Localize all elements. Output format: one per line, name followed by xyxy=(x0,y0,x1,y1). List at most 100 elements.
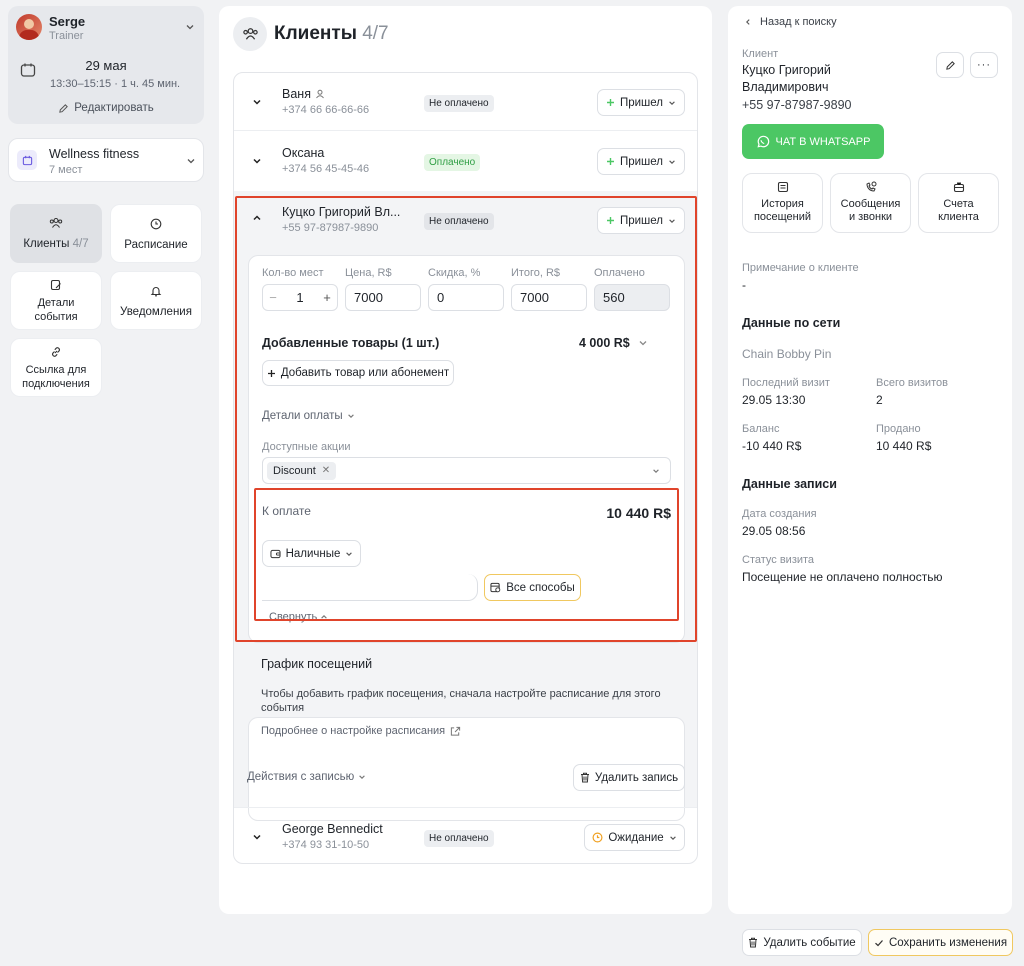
visit-status-value: Посещение не оплачено полностью xyxy=(742,570,943,584)
trainer-role: Trainer xyxy=(49,30,84,42)
total-visits-label: Всего визитов xyxy=(876,377,948,389)
plus-icon xyxy=(606,98,615,107)
briefcase-icon xyxy=(953,181,965,193)
status-badge: Оплачено xyxy=(424,154,481,171)
client-row[interactable]: Оксана +374 56 45-45-46 Оплачено Пришел xyxy=(234,132,697,190)
nav-tab-notifications[interactable]: Уведомления xyxy=(110,271,202,330)
delete-event-button[interactable]: Удалить событие xyxy=(742,929,862,956)
attendance-label: Ожидание xyxy=(608,831,664,844)
more-options-button[interactable]: ··· xyxy=(970,52,998,78)
edit-event-label: Редактировать xyxy=(74,102,154,114)
client-row[interactable]: Ваня +374 66 66-66-66 Не оплачено Пришел xyxy=(234,73,697,131)
nav-notifications-label: Уведомления xyxy=(120,306,192,318)
pencil-icon xyxy=(58,103,69,114)
trash-icon xyxy=(748,937,758,948)
users-icon xyxy=(233,17,267,51)
tile-visit-history-label: История посещений xyxy=(753,198,812,223)
delete-record-button[interactable]: Удалить запись xyxy=(573,764,685,791)
record-data-title: Данные записи xyxy=(742,477,837,491)
nav-tab-link[interactable]: Ссылка для подключения xyxy=(10,338,102,397)
event-date: 29 мая xyxy=(85,58,127,73)
user-icon xyxy=(315,89,325,99)
network-name: Chain Bobby Pin xyxy=(742,347,832,361)
venue-select[interactable]: Wellness fitness 7 мест xyxy=(8,138,204,182)
client-phone: +55 97-87987-9890 xyxy=(742,98,852,112)
venue-seats: 7 мест xyxy=(49,164,83,176)
nav-tab-clients[interactable]: Клиенты 4/7 xyxy=(10,204,102,263)
visit-schedule-text: Чтобы добавить график посещения, сначала… xyxy=(261,688,661,714)
page-title: Клиенты 4/7 xyxy=(274,23,389,45)
tile-client-accounts-label: Счета клиента xyxy=(938,198,979,223)
client-name: Ваня xyxy=(282,87,311,101)
chevron-left-icon xyxy=(744,18,752,26)
visit-status-label: Статус визита xyxy=(742,554,815,566)
edit-document-icon xyxy=(50,279,62,291)
tile-messages[interactable]: Сообщения и звонки xyxy=(830,173,911,233)
chevron-down-icon[interactable] xyxy=(252,156,262,166)
plus-icon xyxy=(606,157,615,166)
status-badge: Не оплачено xyxy=(424,830,494,847)
client-phone: +374 93 31-10-50 xyxy=(282,839,370,851)
link-icon xyxy=(50,346,62,358)
status-badge: Не оплачено xyxy=(424,95,494,112)
client-name: George Bennedict xyxy=(282,822,383,836)
visit-schedule-title: График посещений xyxy=(261,657,373,671)
note-value: - xyxy=(742,278,746,292)
chevron-down-icon xyxy=(186,156,196,166)
page-title-text: Клиенты xyxy=(274,23,357,44)
chevron-down-icon xyxy=(668,99,676,107)
created-value: 29.05 08:56 xyxy=(742,524,806,538)
delete-event-label: Удалить событие xyxy=(763,936,856,949)
delete-record-label: Удалить запись xyxy=(594,771,679,784)
trainer-card: Serge Trainer 29 мая 13:30–15:15 · 1 ч. … xyxy=(8,6,204,124)
whatsapp-icon xyxy=(756,135,770,149)
external-link-icon xyxy=(450,726,461,737)
back-label: Назад к поиску xyxy=(760,16,837,28)
client-full-name-1: Куцко Григорий xyxy=(742,63,831,77)
trainer-name: Serge xyxy=(49,14,86,29)
created-label: Дата создания xyxy=(742,508,817,520)
history-icon xyxy=(777,181,789,193)
attendance-select[interactable]: Пришел xyxy=(597,148,685,175)
schedule-help-link[interactable]: Подробнее о настройке расписания xyxy=(261,725,461,737)
whatsapp-chat-button[interactable]: ЧАТ В WHATSAPP xyxy=(742,124,884,159)
edit-client-button[interactable] xyxy=(936,52,964,78)
nav-tab-details[interactable]: Детали события xyxy=(10,271,102,330)
schedule-help-label: Подробнее о настройке расписания xyxy=(261,725,446,737)
client-row[interactable]: George Bennedict +374 93 31-10-50 Не опл… xyxy=(234,807,697,863)
attendance-select[interactable]: Пришел xyxy=(597,89,685,116)
client-phone: +374 56 45-45-46 xyxy=(282,163,370,175)
record-actions-button[interactable]: Действия с записью xyxy=(247,771,366,783)
attendance-select[interactable]: Ожидание xyxy=(584,824,685,851)
clock-icon xyxy=(150,218,162,230)
back-to-search-link[interactable]: Назад к поиску xyxy=(744,16,837,28)
users-icon xyxy=(49,217,63,229)
last-visit-label: Последний визит xyxy=(742,377,830,389)
nav-schedule-label: Расписание xyxy=(124,239,188,251)
sold-value: 10 440 R$ xyxy=(876,439,932,453)
avatar xyxy=(16,14,42,40)
nav-tab-schedule[interactable]: Расписание xyxy=(110,204,202,263)
chevron-down-icon xyxy=(668,158,676,166)
sold-label: Продано xyxy=(876,423,921,435)
bell-icon xyxy=(150,285,162,297)
tile-messages-label: Сообщения и звонки xyxy=(840,198,901,223)
nav-clients-count: 4/7 xyxy=(72,238,89,250)
edit-event-button[interactable]: Редактировать xyxy=(8,102,204,114)
more-icon: ··· xyxy=(977,58,991,71)
phone-chat-icon xyxy=(865,181,877,193)
nav-clients-label: Клиенты xyxy=(23,238,70,250)
chevron-down-icon[interactable] xyxy=(185,22,195,32)
network-title: Данные по сети xyxy=(742,316,841,330)
save-changes-button[interactable]: Сохранить изменения xyxy=(868,929,1013,956)
venue-icon xyxy=(17,150,37,170)
chevron-down-icon[interactable] xyxy=(252,832,262,842)
tile-client-accounts[interactable]: Счета клиента xyxy=(918,173,999,233)
client-details-panel: Назад к поиску Клиент Куцко Григорий Вла… xyxy=(728,6,1012,914)
tile-visit-history[interactable]: История посещений xyxy=(742,173,823,233)
venue-name: Wellness fitness xyxy=(49,147,140,161)
client-name: Оксана xyxy=(282,146,325,160)
record-actions-label: Действия с записью xyxy=(247,771,355,783)
highlight-to-pay-section xyxy=(254,488,679,621)
chevron-down-icon[interactable] xyxy=(252,97,262,107)
